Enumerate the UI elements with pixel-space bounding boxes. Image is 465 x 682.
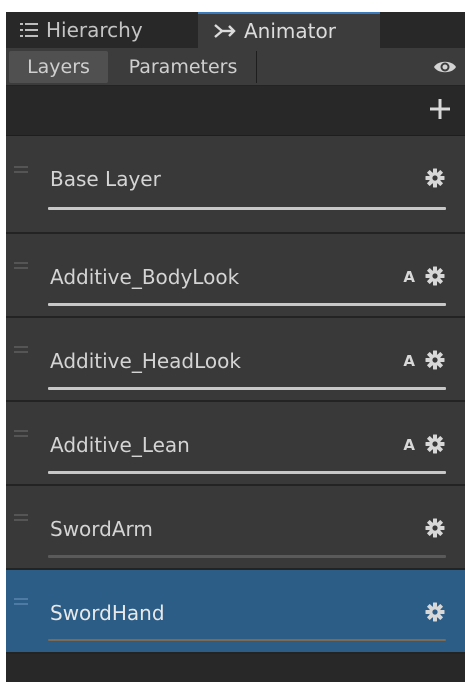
layers-toolbar: Layers Parameters [6,48,465,86]
layer-weight-bar [48,207,446,210]
gear-icon[interactable] [425,168,445,188]
list-icon [20,22,38,38]
layer-row[interactable]: Additive_HeadLook A [6,318,465,402]
layer-name: Base Layer [50,167,161,191]
tab-strip: Hierarchy Animator [6,12,465,48]
drag-handle-icon[interactable] [14,430,28,438]
layer-name: Additive_Lean [50,433,190,457]
animator-window: Hierarchy Animator Layers Parameters Bas… [6,12,465,682]
layer-weight-bar [48,387,446,390]
layer-name: SwordArm [50,517,153,541]
gear-icon[interactable] [425,434,445,454]
tab-hierarchy-label: Hierarchy [46,18,143,42]
layer-list: Base Layer Additive_BodyLook A Additive_Hea… [6,136,465,654]
layer-row[interactable]: Base Layer [6,136,465,234]
additive-blend-badge: A [403,268,415,286]
drag-handle-icon[interactable] [14,166,28,174]
additive-blend-badge: A [403,436,415,454]
layer-row[interactable]: Additive_Lean A [6,402,465,486]
layer-name: Additive_HeadLook [50,349,241,373]
layer-name: Additive_BodyLook [50,265,240,289]
layer-weight-bar [48,639,446,641]
plus-icon[interactable] [429,98,451,120]
add-layer-bar [6,86,465,136]
layer-row[interactable]: SwordHand [6,570,465,654]
tab-animator-label: Animator [244,19,336,43]
layer-name: SwordHand [50,601,165,625]
subtab-parameters[interactable]: Parameters [110,51,257,83]
subtab-layers[interactable]: Layers [9,51,108,83]
tab-hierarchy[interactable]: Hierarchy [6,12,198,48]
layer-row[interactable]: SwordArm [6,486,465,570]
animator-icon [214,22,236,40]
drag-handle-icon[interactable] [14,346,28,354]
tab-animator[interactable]: Animator [198,12,380,48]
additive-blend-badge: A [403,352,415,370]
gear-icon[interactable] [425,602,445,622]
gear-icon[interactable] [425,350,445,370]
subtab-parameters-label: Parameters [128,56,238,78]
subtab-layers-label: Layers [27,56,90,78]
gear-icon[interactable] [425,518,445,538]
layer-weight-bar [48,555,446,558]
eye-icon[interactable] [433,58,457,76]
drag-handle-icon[interactable] [14,262,28,270]
gear-icon[interactable] [425,266,445,286]
layer-row[interactable]: Additive_BodyLook A [6,234,465,318]
drag-handle-icon[interactable] [14,514,28,522]
drag-handle-icon[interactable] [14,598,28,606]
layer-weight-bar [48,471,446,474]
layer-weight-bar [48,303,446,306]
